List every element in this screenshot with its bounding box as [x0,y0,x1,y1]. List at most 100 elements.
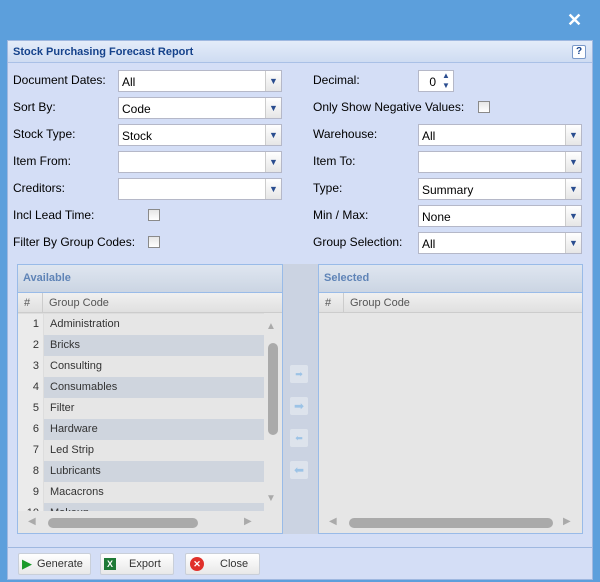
horizontal-scrollbar[interactable] [48,518,198,528]
play-icon: ▶ [22,556,32,571]
table-row[interactable]: 9 Macacrons [18,482,264,503]
chevron-down-icon[interactable]: ▼ [565,179,581,199]
col-num[interactable]: # [18,293,43,312]
document-dates-label: Document Dates: [13,73,106,87]
item-to-label: Item To: [313,154,356,168]
help-icon[interactable]: ? [572,45,586,59]
table-row[interactable]: 1 Administration [18,314,264,335]
sort-by-label: Sort By: [13,100,56,114]
scroll-left-icon[interactable]: ◀ [28,516,36,527]
chevron-down-icon[interactable]: ▼ [265,179,281,199]
incl-lead-time-checkbox[interactable] [148,209,160,221]
spin-down-icon[interactable]: ▼ [442,81,450,90]
col-group-code[interactable]: Group Code [43,293,115,312]
chevron-down-icon[interactable]: ▼ [265,98,281,118]
sort-by-combo[interactable]: Code ▼ [118,97,282,119]
scroll-left-icon[interactable]: ◀ [329,516,337,527]
group-selection-combo[interactable]: All ▼ [418,232,582,254]
item-from-combo[interactable]: ▼ [118,151,282,173]
minmax-label: Min / Max: [313,208,369,222]
combo-value: Summary [422,183,474,197]
move-left-icon[interactable]: ⬅ [290,429,308,447]
selected-grid: Selected # Group Code ◀ ▶ [318,264,583,534]
chevron-down-icon[interactable]: ▼ [565,125,581,145]
bottom-toolbar [7,548,593,580]
stock-type-combo[interactable]: Stock ▼ [118,124,282,146]
group-selection-label: Group Selection: [313,235,403,249]
combo-value: All [122,75,136,89]
row-number: 8 [18,461,43,482]
chevron-down-icon[interactable]: ▼ [565,233,581,253]
table-row[interactable]: 4 Consumables [18,377,264,398]
creditors-combo[interactable]: ▼ [118,178,282,200]
table-row[interactable]: 10Makeup [18,503,264,511]
row-group-code: Led Strip [43,440,264,461]
table-row[interactable]: 3 Consulting [18,356,264,377]
horizontal-scrollbar[interactable] [349,518,553,528]
chevron-down-icon[interactable]: ▼ [565,206,581,226]
type-combo[interactable]: Summary ▼ [418,178,582,200]
col-group-code[interactable]: Group Code [344,293,416,312]
combo-value: Stock [122,129,153,143]
negative-label: Only Show Negative Values: [313,100,465,114]
type-label: Type: [313,181,343,195]
filter-group-checkbox[interactable] [148,236,160,248]
row-group-code: Lubricants [43,461,264,482]
incl-lead-time-label: Incl Lead Time: [13,208,95,222]
close-button[interactable]: ✕ Close [185,553,260,575]
scroll-down-icon[interactable]: ▼ [266,493,276,504]
chevron-down-icon[interactable]: ▼ [265,152,281,172]
row-number: 5 [18,398,43,419]
chevron-down-icon[interactable]: ▼ [265,125,281,145]
combo-value: All [422,129,436,143]
decimal-value: 0 [429,75,436,89]
document-dates-combo[interactable]: All ▼ [118,70,282,92]
scroll-right-icon[interactable]: ▶ [244,516,252,527]
available-grid: Available # Group Code 1 Administration 2 Br… [17,264,283,534]
table-row[interactable]: 6 Hardware [18,419,264,440]
row-group-code: Consumables [43,377,264,398]
row-group-code: Administration [43,314,264,335]
move-all-right-icon[interactable]: ➡ [290,397,308,415]
chevron-down-icon[interactable]: ▼ [265,71,281,91]
table-row[interactable]: 5 Filter [18,398,264,419]
filter-group-label: Filter By Group Codes: [13,235,136,249]
table-row[interactable]: 8 Lubricants [18,461,264,482]
row-number: 10 [18,503,43,511]
move-right-icon[interactable]: ➡ [290,365,308,383]
row-group-code: Makeup [43,503,264,511]
column-header: # Group Code [18,293,282,313]
combo-value: All [422,237,436,251]
combo-value [119,152,265,172]
row-number: 6 [18,419,43,440]
scroll-right-icon[interactable]: ▶ [563,516,571,527]
row-number: 7 [18,440,43,461]
negative-checkbox[interactable] [478,101,490,113]
col-num[interactable]: # [319,293,344,312]
vertical-scrollbar[interactable] [268,343,278,435]
minmax-combo[interactable]: None ▼ [418,205,582,227]
combo-value [119,179,265,199]
move-all-left-icon[interactable]: ⬅ [290,461,308,479]
row-group-code: Hardware [43,419,264,440]
item-from-label: Item From: [13,154,72,168]
close-circle-icon: ✕ [190,557,204,571]
scroll-up-icon[interactable]: ▲ [266,321,276,332]
export-button[interactable]: X Export [100,553,174,575]
excel-icon: X [104,558,117,570]
generate-button[interactable]: ▶ Generate [18,553,91,575]
stock-type-label: Stock Type: [13,127,76,141]
table-row[interactable]: 2 Bricks [18,335,264,356]
spin-up-icon[interactable]: ▲ [442,71,450,80]
row-group-code: Filter [43,398,264,419]
close-window-icon[interactable]: ✕ [567,10,582,31]
chevron-down-icon[interactable]: ▼ [565,152,581,172]
combo-value: None [422,210,451,224]
row-number: 9 [18,482,43,503]
item-to-combo[interactable]: ▼ [418,151,582,173]
row-group-code: Consulting [43,356,264,377]
row-number: 1 [18,314,43,335]
warehouse-combo[interactable]: All ▼ [418,124,582,146]
decimal-spinner[interactable]: 0 ▲ ▼ [418,70,454,92]
table-row[interactable]: 7 Led Strip [18,440,264,461]
